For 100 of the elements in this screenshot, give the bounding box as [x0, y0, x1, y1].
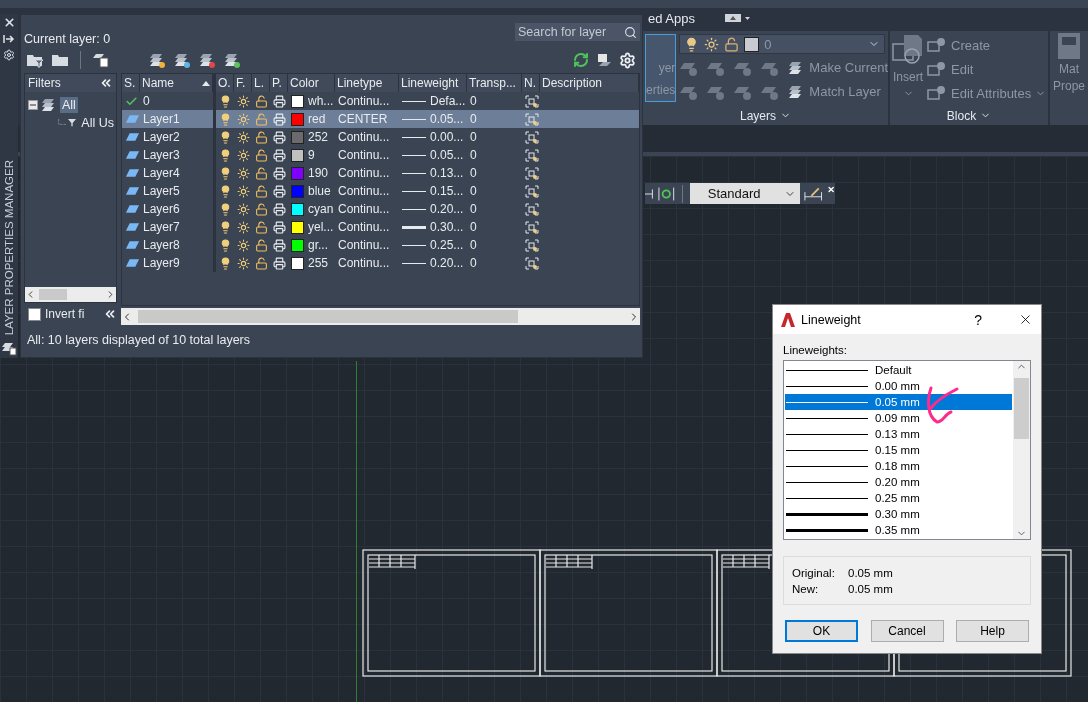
- table-cell-text: 0: [469, 94, 478, 108]
- printer-icon: [273, 220, 286, 234]
- freeze-layer-icon[interactable]: [173, 52, 191, 68]
- lineweight-list[interactable]: Default 0.00 mm 0.05 mm 0.09 mm 0.13 mm 0.15 mm 0.18 mm 0.20 mm 0.25 mm 0.30 mm 0.35 mm: [783, 360, 1031, 540]
- column-header[interactable]: N.: [522, 74, 540, 92]
- table-cell: 252: [308, 130, 329, 144]
- table-cell-text: Continu...: [337, 202, 391, 216]
- tree-item[interactable]: All: [60, 97, 78, 113]
- table-cell-text: 0: [142, 94, 151, 108]
- new-layer-icon[interactable]: [148, 52, 166, 68]
- table-row[interactable]: Layer9 255 Continu... 0.20... 0: [122, 254, 639, 272]
- set-current-icon[interactable]: [223, 52, 241, 68]
- scrollbar[interactable]: [1013, 361, 1030, 539]
- column-header[interactable]: Transp...: [467, 74, 522, 92]
- ribbon-tab[interactable]: ed Apps: [648, 10, 695, 26]
- bulb-icon: [219, 184, 232, 198]
- table-row[interactable]: Layer8 gr... Continu... 0.25... 0: [122, 236, 639, 254]
- panel-title[interactable]: Block: [890, 106, 1048, 125]
- column-header[interactable]: L.: [252, 74, 270, 92]
- table-cell-text: Layer1: [142, 112, 181, 126]
- palette-title: LAYER PROPERTIES MANAGER: [2, 159, 16, 338]
- bulb-icon: [219, 256, 232, 270]
- table-cell: 0.00...: [430, 130, 464, 144]
- table-cell-text: 0: [469, 238, 478, 252]
- column-header[interactable]: O.: [216, 74, 234, 92]
- table-row[interactable]: Layer4 190 Continu... 0.13... 0: [122, 164, 639, 182]
- dimension-icon[interactable]: [645, 186, 655, 201]
- list-item[interactable]: Default: [785, 362, 1012, 378]
- folder-icon[interactable]: [51, 52, 69, 68]
- panel-title[interactable]: Layers: [643, 106, 888, 125]
- layer-states-icon[interactable]: [92, 52, 110, 68]
- column-header[interactable]: F.: [234, 74, 252, 92]
- field-value: 0.05 mm: [848, 582, 894, 595]
- list-item[interactable]: 0.18 mm: [785, 458, 1012, 474]
- list-item[interactable]: 0.30 mm: [785, 506, 1012, 522]
- column-header[interactable]: Lineweight: [399, 74, 467, 92]
- update-icon[interactable]: [658, 185, 675, 202]
- dialog-button[interactable]: Help: [956, 620, 1029, 642]
- column-header[interactable]: Description: [540, 74, 639, 92]
- column-header[interactable]: Color: [288, 74, 335, 92]
- auto-hide-icon[interactable]: [3, 33, 15, 45]
- table-row[interactable]: Layer7 yel... Continu... 0.30... 0: [122, 218, 639, 236]
- new-filter-icon[interactable]: [26, 52, 44, 68]
- refresh-icon[interactable]: [573, 52, 589, 68]
- list-item[interactable]: 0.25 mm: [785, 490, 1012, 506]
- table-row[interactable]: Layer1 red CENTER 0.05... 0: [122, 110, 639, 128]
- list-item[interactable]: 0.15 mm: [785, 442, 1012, 458]
- search-field[interactable]: Search for layer: [515, 23, 640, 41]
- style-dropdown[interactable]: Standard: [689, 183, 801, 204]
- dimension-style-icon[interactable]: [804, 185, 823, 202]
- delete-layer-icon[interactable]: [198, 52, 216, 68]
- viewport-freeze-icon: [525, 148, 539, 162]
- tab-dropdown-icon[interactable]: [725, 13, 751, 23]
- settings-icon[interactable]: [619, 51, 636, 69]
- table-row[interactable]: Layer6 cyan Continu... 0.20... 0: [122, 200, 639, 218]
- table-row[interactable]: Layer5 blue Continu... 0.15... 0: [122, 182, 639, 200]
- collapse-icon[interactable]: [103, 307, 117, 321]
- checkbox[interactable]: [28, 307, 41, 321]
- table-row[interactable]: 0 wh... Continu... Defa... 0: [122, 92, 639, 110]
- list-item[interactable]: 0.20 mm: [785, 474, 1012, 490]
- tree-item[interactable]: All Us: [79, 115, 116, 131]
- table-cell: 190: [308, 166, 329, 180]
- list-item[interactable]: 0.09 mm: [785, 410, 1012, 426]
- column-header[interactable]: Linetype: [335, 74, 399, 92]
- lock-icon: [255, 220, 268, 234]
- help-button[interactable]: ?: [974, 311, 982, 328]
- lock-icon: [724, 36, 740, 52]
- viewport-freeze-icon: [525, 130, 539, 144]
- close-icon[interactable]: [1018, 312, 1033, 327]
- scrollbar[interactable]: [25, 287, 116, 302]
- collapse-icon[interactable]: [99, 76, 113, 90]
- table-cell: 0.05...: [430, 112, 464, 126]
- viewport-freeze-icon: [525, 202, 539, 216]
- table-cell-text: Layer5: [142, 184, 181, 198]
- list-item[interactable]: 0.35 mm: [785, 522, 1012, 538]
- dialog-button[interactable]: OK: [785, 620, 858, 642]
- list-item[interactable]: 0.05 mm: [785, 394, 1012, 410]
- sun-icon: [237, 220, 250, 234]
- scrollbar[interactable]: [121, 308, 640, 325]
- table-cell-text: Continu...: [337, 184, 391, 198]
- list-item[interactable]: 0.00 mm: [785, 378, 1012, 394]
- printer-icon: [273, 148, 286, 162]
- column-header[interactable]: P.: [270, 74, 288, 92]
- table-cell: 255: [308, 256, 329, 270]
- column-header[interactable]: S.: [122, 74, 140, 92]
- settings-icon[interactable]: [3, 49, 15, 61]
- printer-icon: [273, 238, 286, 252]
- table-row[interactable]: Layer3 9 Continu... 0.05... 0: [122, 146, 639, 164]
- list-item[interactable]: 0.13 mm: [785, 426, 1012, 442]
- lock-icon: [255, 238, 268, 252]
- bulb-icon: [219, 148, 232, 162]
- table-cell: 0.25...: [430, 238, 464, 252]
- dialog-button[interactable]: Cancel: [870, 620, 944, 642]
- table-cell-text: Continu...: [337, 220, 391, 234]
- field-value: 0.05 mm: [848, 566, 894, 579]
- expand-toggle-icon[interactable]: [28, 100, 38, 110]
- table-cell-text: CENTER: [337, 112, 389, 126]
- close-icon[interactable]: [2, 16, 16, 29]
- close-icon[interactable]: [826, 185, 835, 194]
- settings-override-icon[interactable]: [596, 52, 612, 68]
